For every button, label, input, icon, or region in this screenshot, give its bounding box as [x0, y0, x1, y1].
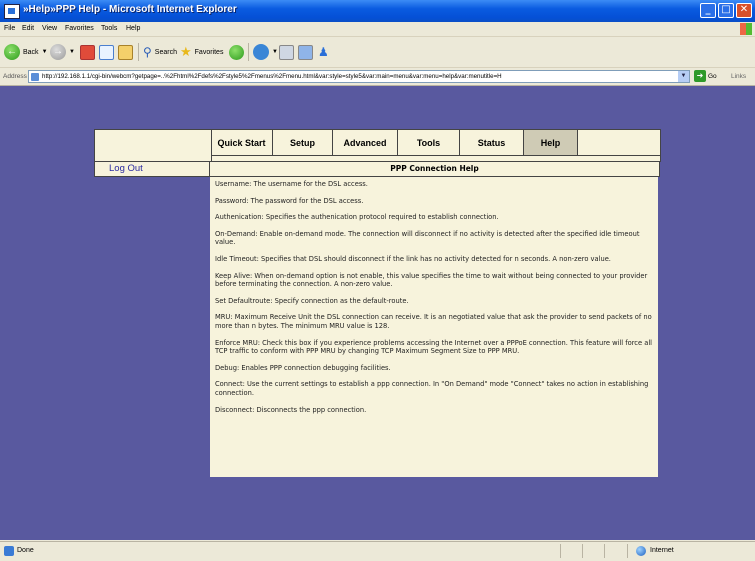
mail-icon	[253, 44, 269, 60]
back-button[interactable]: ← Back ▼	[4, 42, 48, 62]
page-viewport: Quick Start Setup Advanced Tools Status …	[0, 86, 755, 540]
messenger-icon: ♟	[318, 45, 329, 59]
address-input[interactable]: http://192.168.1.1/cgi-bin/webcm?getpage…	[28, 70, 690, 83]
stop-button[interactable]	[80, 42, 95, 62]
go-button[interactable]: Go	[708, 73, 717, 80]
history-icon	[229, 44, 244, 60]
favorites-button[interactable]: ★ Favorites	[180, 42, 223, 62]
help-paragraph: Keep Alive: When on-demand option is not…	[215, 271, 648, 289]
menu-tools[interactable]: Tools	[101, 25, 117, 32]
help-content: Username: The username for the DSL acces…	[210, 177, 658, 477]
edit-button[interactable]	[298, 42, 313, 62]
help-paragraph: Authenication: Specifies the authenicati…	[215, 213, 499, 222]
help-paragraph: MRU: Maximum Receive Unit the DSL connec…	[215, 313, 652, 330]
print-button[interactable]	[279, 42, 294, 62]
globe-icon	[636, 546, 646, 556]
tab-help[interactable]: Help	[524, 130, 578, 155]
windows-logo-icon	[740, 23, 752, 35]
chevron-down-icon: ▼	[272, 49, 278, 55]
address-url: http://192.168.1.1/cgi-bin/webcm?getpage…	[42, 73, 502, 80]
links-button[interactable]: Links	[731, 73, 746, 80]
ie-app-icon	[4, 4, 20, 19]
home-icon	[118, 44, 133, 60]
help-paragraph: Password: The password for the DSL acces…	[215, 196, 364, 205]
star-icon: ★	[180, 44, 192, 59]
page-done-icon	[4, 546, 14, 556]
help-title: PPP Connection Help	[210, 162, 660, 177]
tab-quick-start[interactable]: Quick Start	[211, 130, 273, 155]
tab-tools[interactable]: Tools	[398, 130, 460, 155]
status-bar: Done Internet	[0, 541, 755, 561]
tab-advanced[interactable]: Advanced	[333, 130, 398, 155]
search-label: Search	[154, 48, 177, 56]
print-icon	[279, 44, 294, 60]
maximize-button[interactable]: □	[718, 3, 734, 18]
main-nav: Quick Start Setup Advanced Tools Status …	[94, 129, 661, 162]
back-arrow-icon: ←	[4, 44, 20, 60]
help-paragraph: On-Demand: Enable on-demand mode. The co…	[215, 229, 640, 247]
window-title: »Help»PPP Help - Microsoft Internet Expl…	[23, 4, 237, 15]
help-paragraph: Connect: Use the current settings to est…	[215, 380, 649, 397]
sidebar: Log Out	[94, 162, 210, 177]
refresh-button[interactable]	[99, 42, 114, 62]
search-icon: ⚲	[143, 45, 152, 59]
history-button[interactable]	[229, 42, 244, 62]
minimize-button[interactable]: _	[700, 3, 716, 18]
menu-bar: File Edit View Favorites Tools Help	[0, 22, 755, 37]
menu-view[interactable]: View	[42, 25, 57, 32]
home-button[interactable]	[118, 42, 133, 62]
edit-icon	[298, 44, 313, 60]
close-button[interactable]: ✕	[736, 3, 752, 18]
back-label: Back	[23, 48, 39, 56]
chevron-down-icon: ▼	[69, 49, 75, 55]
mail-button[interactable]: ▼	[253, 42, 278, 62]
toolbar-divider	[138, 43, 139, 61]
security-zone: Internet	[650, 547, 674, 554]
tab-status[interactable]: Status	[460, 130, 524, 155]
help-paragraph: Username: The username for the DSL acces…	[215, 180, 368, 188]
status-pane-divider	[604, 544, 605, 558]
status-text: Done	[17, 547, 34, 554]
go-arrow-icon[interactable]: ➜	[694, 70, 706, 82]
forward-arrow-icon: →	[50, 44, 66, 60]
messenger-button[interactable]: ♟	[318, 42, 329, 62]
help-paragraph: Disconnect: Disconnects the ppp connecti…	[215, 405, 367, 414]
help-paragraph: Debug: Enables PPP connection debugging …	[215, 363, 391, 372]
menu-help[interactable]: Help	[126, 25, 140, 32]
status-pane-divider	[627, 544, 628, 558]
favorites-label: Favorites	[194, 48, 224, 56]
help-paragraph: Set Defaultroute: Specify connection as …	[215, 296, 409, 305]
toolbar-divider	[248, 43, 249, 61]
status-pane-divider	[560, 544, 561, 558]
address-bar: Address http://192.168.1.1/cgi-bin/webcm…	[0, 68, 755, 86]
page-icon	[31, 73, 39, 81]
stop-icon	[80, 44, 95, 60]
help-paragraph: Enforce MRU: Check this box if you exper…	[215, 338, 653, 356]
menu-file[interactable]: File	[4, 25, 15, 32]
logout-link[interactable]: Log Out	[109, 163, 143, 174]
search-button[interactable]: ⚲ Search	[143, 42, 177, 62]
address-label: Address	[3, 73, 27, 80]
chevron-down-icon: ▼	[41, 49, 48, 55]
chevron-down-icon[interactable]: ▼	[678, 71, 689, 82]
status-pane-divider	[582, 544, 583, 558]
tab-setup[interactable]: Setup	[273, 130, 333, 155]
help-paragraph: Idle Timeout: Specifies that DSL should …	[215, 254, 611, 263]
nav-bottom-strip	[211, 155, 660, 162]
nav-left-cell	[95, 130, 212, 161]
refresh-icon	[99, 44, 114, 60]
toolbar: ← Back ▼ → ▼ ⚲ Search ★ Favorites ▼ ♟	[0, 37, 755, 68]
forward-button[interactable]: → ▼	[50, 42, 75, 62]
menu-favorites[interactable]: Favorites	[65, 25, 94, 32]
title-bar: »Help»PPP Help - Microsoft Internet Expl…	[0, 0, 755, 22]
menu-edit[interactable]: Edit	[22, 25, 34, 32]
